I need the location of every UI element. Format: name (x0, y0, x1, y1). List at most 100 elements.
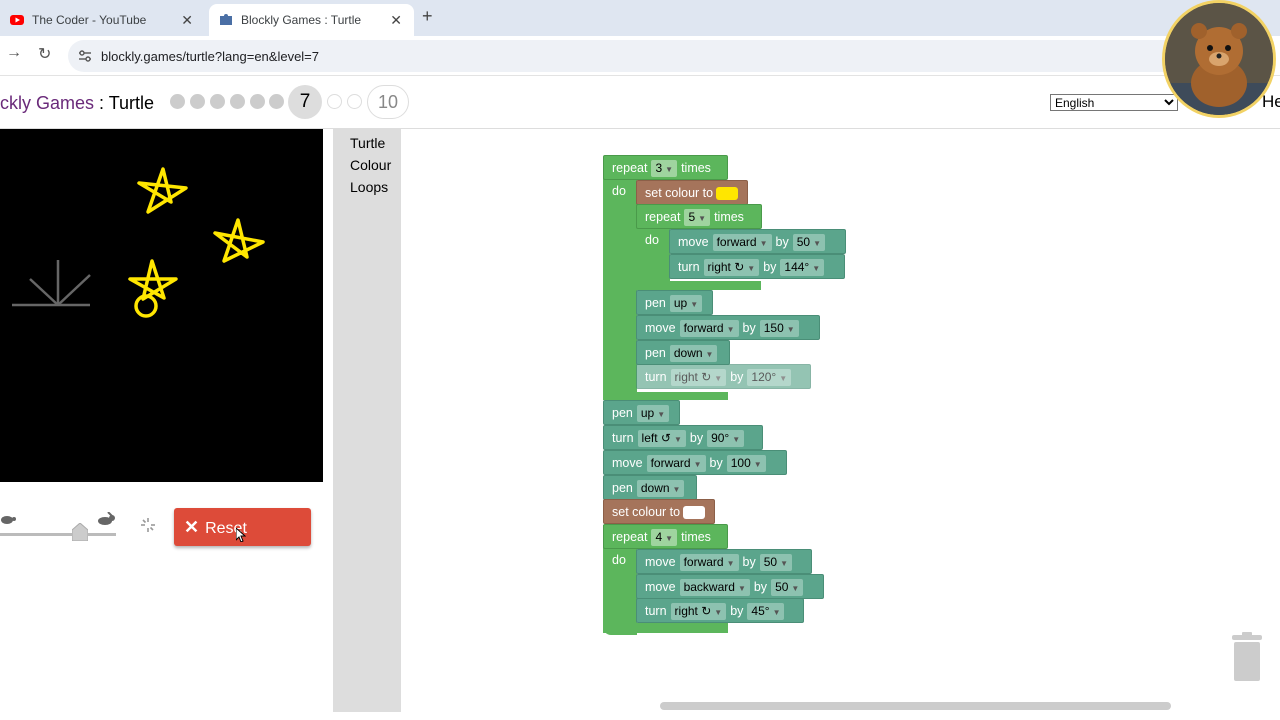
do-label: do (612, 184, 626, 198)
blockly-games-link[interactable]: ckly Games (0, 93, 94, 113)
blockly-workspace[interactable] (401, 129, 1280, 712)
close-tab-icon[interactable]: ✕ (181, 12, 193, 29)
direction-field[interactable]: left ↺ ▼ (637, 430, 686, 448)
level-3-dot[interactable] (210, 94, 225, 109)
field-value: 45° (751, 604, 770, 619)
pen-block[interactable]: pen up ▼ (603, 400, 680, 425)
dropdown-arrow-icon: ▼ (786, 325, 795, 335)
avatar (1162, 0, 1276, 118)
level-4-dot[interactable] (230, 94, 245, 109)
direction-field[interactable]: forward ▼ (679, 554, 739, 572)
move-block[interactable]: move forward ▼ by 150 ▼ (636, 315, 820, 340)
fast-rabbit-icon (98, 512, 115, 525)
repeat-count-field[interactable]: 4 ▼ (651, 529, 678, 547)
toolbox-category-loops[interactable]: Loops (350, 179, 388, 195)
level-10[interactable]: 10 (367, 85, 409, 119)
dropdown-arrow-icon: ▼ (726, 325, 735, 335)
block-keyword: move (678, 235, 709, 249)
pen-state-field[interactable]: down ▼ (636, 480, 685, 498)
set-colour-block[interactable]: set colour to (603, 499, 715, 524)
dropdown-arrow-icon: ▼ (791, 584, 800, 594)
level-6-dot[interactable] (269, 94, 284, 109)
direction-field[interactable]: right ↻ ▼ (670, 369, 727, 387)
dropdown-arrow-icon: ▼ (698, 214, 707, 224)
field-value: down (673, 346, 703, 361)
youtube-icon (10, 15, 24, 25)
distance-field[interactable]: 50 ▼ (759, 554, 792, 572)
workspace-scrollbar[interactable] (660, 702, 1171, 710)
block-keyword: set colour to (645, 186, 714, 200)
direction-field[interactable]: right ↻ ▼ (703, 259, 760, 277)
pen-state-field[interactable]: up ▼ (669, 295, 703, 313)
turn-block-highlighted[interactable]: turn right ↻ ▼ by 120° ▼ (636, 364, 811, 389)
direction-field[interactable]: right ↻ ▼ (670, 603, 727, 621)
colour-swatch-yellow[interactable] (716, 187, 739, 201)
address-bar[interactable]: blockly.games/turtle?lang=en&level=7 (68, 40, 1188, 72)
pen-state-field[interactable]: up ▼ (636, 405, 670, 423)
dropdown-arrow-icon: ▼ (747, 264, 756, 274)
level-5-dot[interactable] (250, 94, 265, 109)
distance-field[interactable]: 100 ▼ (726, 455, 766, 473)
trash-icon[interactable] (1229, 632, 1265, 682)
toolbox-category-colour[interactable]: Colour (350, 157, 391, 173)
level-1-dot[interactable] (170, 94, 185, 109)
level-8-dot[interactable] (327, 94, 342, 109)
move-block[interactable]: move backward ▼ by 50 ▼ (636, 574, 824, 599)
field-value: 90° (711, 431, 730, 446)
repeat-block-outer[interactable]: repeat 3 ▼ times (603, 155, 728, 180)
pen-state-field[interactable]: down ▼ (669, 345, 718, 363)
move-block[interactable]: move forward ▼ by 100 ▼ (603, 450, 787, 475)
repeat-4-footer (603, 623, 728, 633)
move-block[interactable]: move forward ▼ by 50 ▼ (636, 549, 812, 574)
block-keyword: pen (645, 296, 666, 310)
direction-field[interactable]: backward ▼ (679, 579, 750, 597)
current-level[interactable]: 7 (288, 85, 322, 119)
block-keyword: by (742, 555, 756, 569)
reload-icon[interactable]: ↻ (38, 44, 51, 64)
angle-field[interactable]: 120° ▼ (747, 369, 792, 387)
direction-field[interactable]: forward ▼ (679, 320, 739, 338)
pen-block[interactable]: pen down ▼ (636, 340, 730, 365)
level-2-dot[interactable] (190, 94, 205, 109)
tab-blockly-games[interactable]: Blockly Games : Turtle ✕ (209, 4, 414, 36)
distance-field[interactable]: 50 ▼ (771, 579, 804, 597)
angle-field[interactable]: 144° ▼ (780, 259, 825, 277)
colour-swatch-white[interactable] (683, 506, 706, 520)
distance-field[interactable]: 150 ▼ (759, 320, 799, 338)
new-tab-icon[interactable]: + (422, 6, 433, 27)
repeat-block-inner[interactable]: repeat 5 ▼ times (636, 204, 762, 229)
speed-slider-thumb[interactable] (72, 523, 88, 541)
help-button[interactable]: He (1262, 92, 1280, 112)
direction-field[interactable]: forward ▼ (712, 234, 772, 252)
close-tab-icon[interactable]: ✕ (390, 12, 402, 29)
repeat-block[interactable]: repeat 4 ▼ times (603, 524, 728, 549)
direction-field[interactable]: forward ▼ (646, 455, 706, 473)
site-settings-icon[interactable] (78, 49, 92, 63)
dropdown-arrow-icon: ▼ (714, 374, 723, 384)
turn-block[interactable]: turn right ↻ ▼ by 45° ▼ (636, 598, 804, 623)
field-value: 150 (763, 321, 784, 336)
distance-field[interactable]: 50 ▼ (792, 234, 825, 252)
blocks-toolbox: Turtle Colour Loops (333, 129, 401, 712)
toolbox-category-turtle[interactable]: Turtle (350, 135, 385, 151)
level-9-dot[interactable] (347, 94, 362, 109)
field-value: right ↻ (707, 260, 745, 275)
forward-icon[interactable]: → (6, 44, 22, 62)
dropdown-arrow-icon: ▼ (705, 350, 714, 360)
field-value: forward (683, 555, 724, 570)
turn-block[interactable]: turn right ↻ ▼ by 144° ▼ (669, 254, 845, 279)
block-keyword: move (645, 580, 676, 594)
move-block[interactable]: move forward ▼ by 50 ▼ (669, 229, 846, 254)
language-select[interactable]: English (1050, 94, 1178, 111)
pen-block[interactable]: pen down ▼ (603, 475, 697, 500)
pen-block[interactable]: pen up ▼ (636, 290, 713, 315)
set-colour-block[interactable]: set colour to (636, 180, 748, 205)
angle-field[interactable]: 45° ▼ (747, 603, 785, 621)
angle-field[interactable]: 90° ▼ (707, 430, 745, 448)
turn-block[interactable]: turn left ↺ ▼ by 90° ▼ (603, 425, 763, 450)
block-keyword: by (689, 431, 704, 445)
tab-youtube[interactable]: The Coder - YouTube ✕ (0, 4, 205, 36)
repeat-count-field[interactable]: 3 ▼ (651, 160, 678, 178)
repeat-count-field[interactable]: 5 ▼ (684, 209, 711, 227)
speed-slider-track[interactable] (0, 533, 116, 536)
